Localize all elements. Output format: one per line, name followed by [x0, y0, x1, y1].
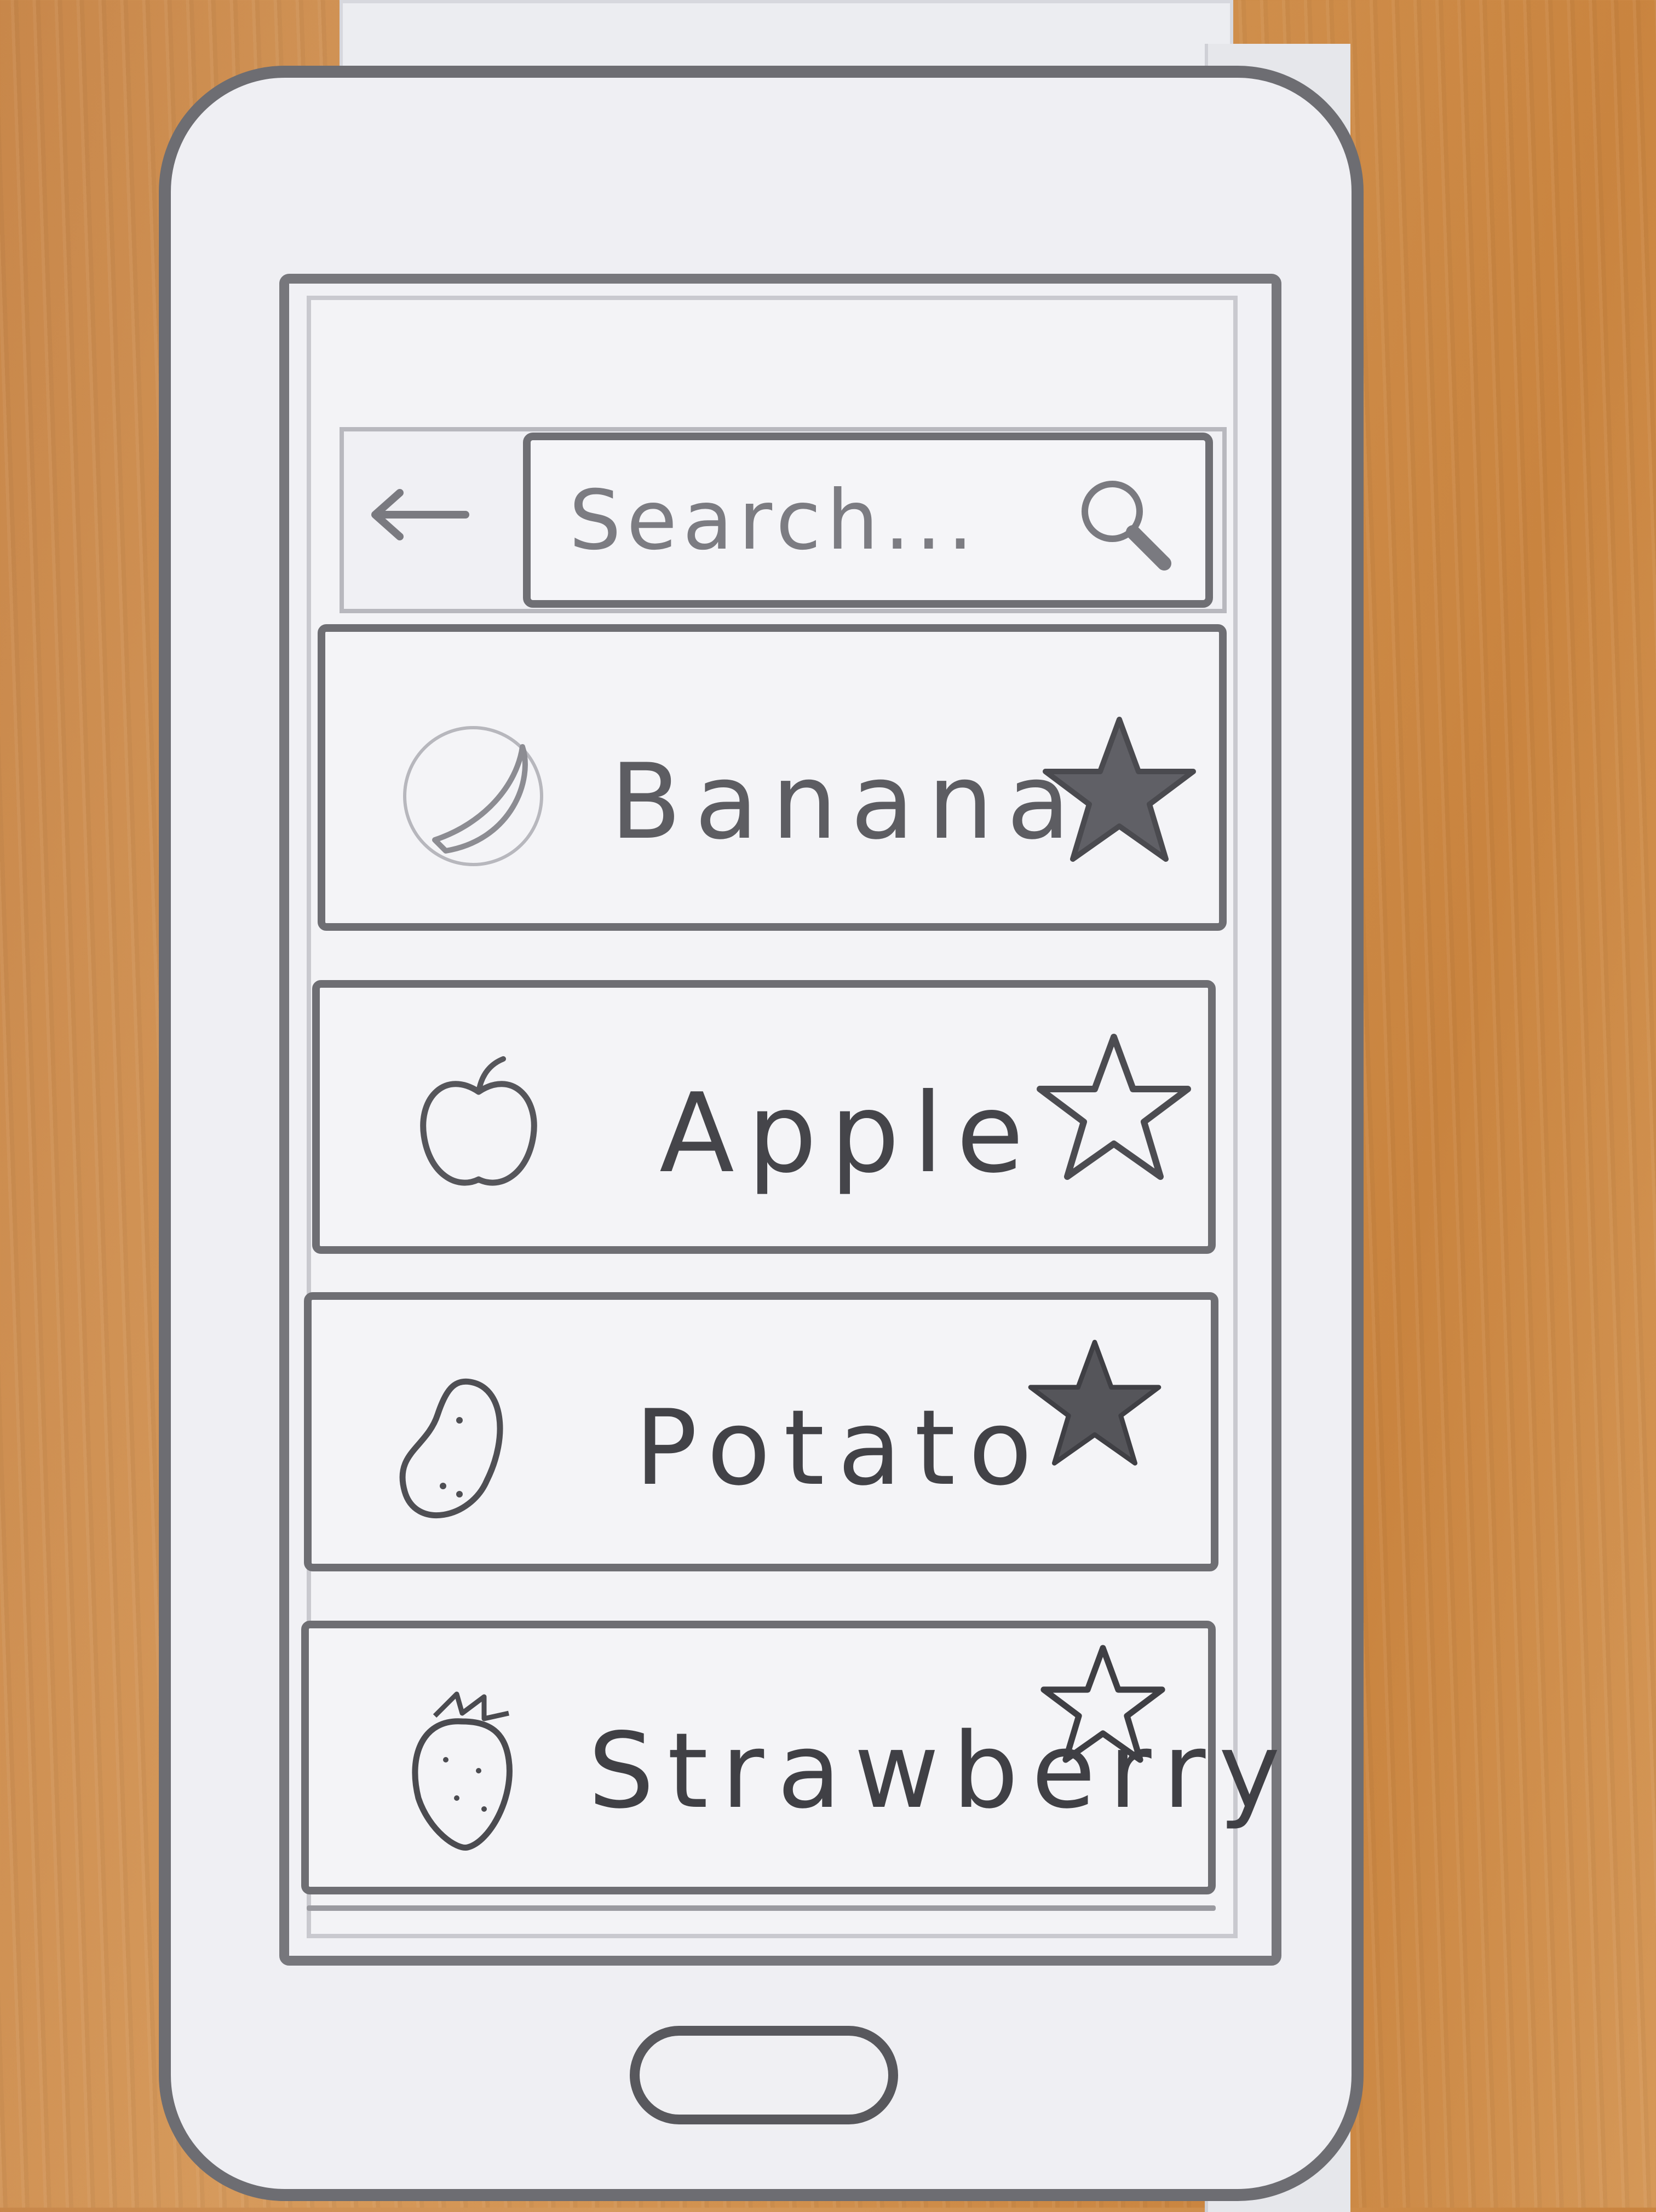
list-item-apple[interactable]: Apple [312, 980, 1216, 1254]
item-label: Strawberry [588, 1710, 1293, 1831]
list-item-potato[interactable]: Potato [304, 1292, 1218, 1571]
item-label: Apple [659, 1070, 1037, 1197]
star-outline-icon[interactable] [1032, 1026, 1196, 1190]
home-button[interactable] [630, 2026, 898, 2124]
apple-icon [420, 1056, 537, 1186]
item-label: Potato [635, 1387, 1045, 1508]
search-placeholder: Search... [569, 473, 979, 568]
star-filled-icon[interactable] [1024, 1333, 1166, 1475]
star-filled-icon[interactable] [1037, 708, 1201, 873]
star-outline-icon[interactable] [1037, 1639, 1169, 1771]
list-item-banana[interactable]: Banana [318, 624, 1227, 931]
search-input[interactable]: Search... [523, 433, 1213, 608]
list-bottom-divider [307, 1905, 1216, 1911]
arrow-left-icon [371, 489, 469, 540]
strawberry-icon [412, 1691, 513, 1851]
list-item-strawberry[interactable]: Strawberry [301, 1621, 1280, 1894]
item-label: Banana [610, 741, 1084, 862]
back-button[interactable] [361, 471, 471, 558]
banana-icon [403, 726, 543, 866]
potato-icon [399, 1378, 503, 1519]
magnifier-icon[interactable] [1068, 468, 1178, 577]
